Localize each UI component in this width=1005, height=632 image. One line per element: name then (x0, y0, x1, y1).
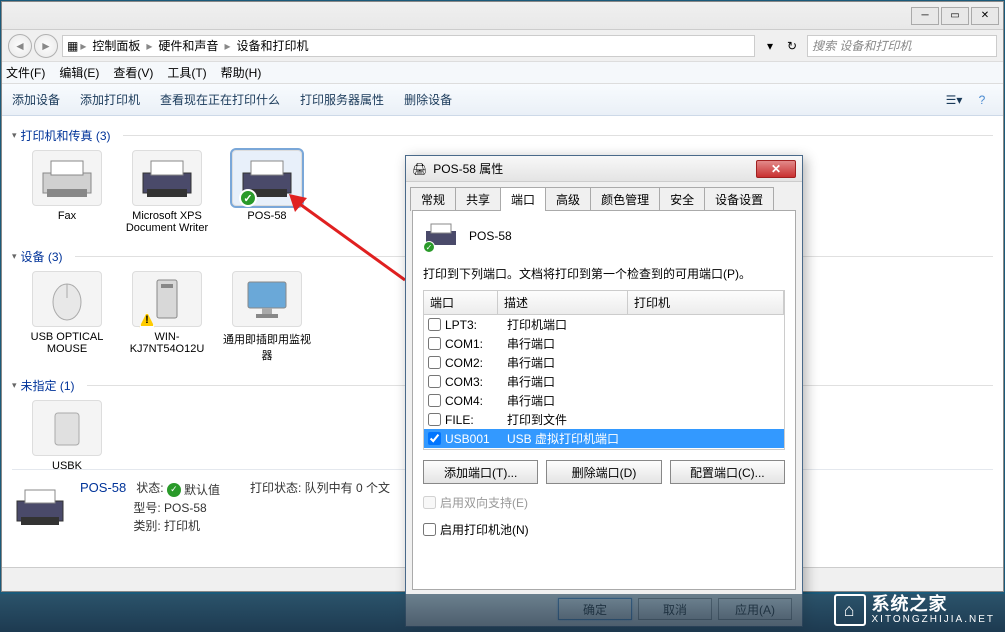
device-fax[interactable]: Fax (22, 150, 112, 234)
tab-color[interactable]: 颜色管理 (590, 187, 660, 211)
menubar: 文件(F) 编辑(E) 查看(V) 工具(T) 帮助(H) (2, 62, 1003, 84)
header-printer[interactable]: 打印机 (628, 291, 784, 314)
ports-table: 端口 描述 打印机 LPT3:打印机端口COM1:串行端口COM2:串行端口CO… (423, 290, 785, 450)
properties-dialog: 🖨 POS-58 属性 ✕ 常规 共享 端口 高级 颜色管理 安全 设备设置 ✓… (405, 155, 803, 627)
device-pos58[interactable]: ✓ POS-58 (222, 150, 312, 234)
monitor-icon (242, 276, 292, 322)
port-row[interactable]: LPT3:打印机端口 (424, 315, 784, 334)
menu-edit[interactable]: 编辑(E) (59, 64, 99, 81)
configure-port-button[interactable]: 配置端口(C)... (670, 460, 785, 484)
dialog-printer-name: POS-58 (469, 229, 512, 243)
detail-title: POS-58 (80, 480, 126, 495)
port-checkbox[interactable] (428, 337, 441, 350)
back-button[interactable]: ◄ (8, 34, 32, 58)
section-printers[interactable]: ▾ 打印机和传真 (3) (12, 127, 993, 144)
port-checkbox[interactable] (428, 413, 441, 426)
pool-checkbox[interactable] (423, 523, 436, 536)
mouse-icon (47, 276, 87, 322)
computer-icon (147, 276, 187, 322)
menu-help[interactable]: 帮助(H) (221, 64, 262, 81)
add-device-button[interactable]: 添加设备 (12, 91, 60, 108)
port-row[interactable]: COM2:串行端口 (424, 353, 784, 372)
forward-button[interactable]: ► (34, 34, 58, 58)
help-icon[interactable]: ? (971, 89, 993, 111)
port-row[interactable]: COM4:串行端口 (424, 391, 784, 410)
watermark-logo-icon: ⌂ (834, 594, 866, 626)
menu-tools[interactable]: 工具(T) (167, 64, 206, 81)
check-icon: ✓ (167, 483, 181, 497)
tab-device[interactable]: 设备设置 (704, 187, 774, 211)
device-computer[interactable]: ! WIN-KJ7NT54O12U (122, 271, 212, 363)
collapse-icon: ▾ (12, 251, 17, 262)
port-row[interactable]: XPSPort本地端口Microsoft XPS Document W (424, 448, 784, 451)
printer-icon: 🖨 (412, 162, 427, 176)
add-port-button[interactable]: 添加端口(T)... (423, 460, 538, 484)
dialog-titlebar[interactable]: 🖨 POS-58 属性 ✕ (406, 156, 802, 182)
printer-icon (12, 485, 68, 529)
port-checkbox[interactable] (428, 356, 441, 369)
window-controls: ─ ▭ ✕ (911, 7, 999, 25)
toolbar: 添加设备 添加打印机 查看现在正在打印什么 打印服务器属性 删除设备 ☰▾ ? (2, 84, 1003, 116)
titlebar: ─ ▭ ✕ (2, 2, 1003, 30)
port-checkbox[interactable] (428, 375, 441, 388)
device-xps[interactable]: Microsoft XPS Document Writer (122, 150, 212, 234)
close-button[interactable]: ✕ (971, 7, 999, 25)
minimize-button[interactable]: ─ (911, 7, 939, 25)
bidi-checkbox-row: 启用双向支持(E) (423, 494, 785, 511)
tab-security[interactable]: 安全 (659, 187, 705, 211)
device-unspecified[interactable]: USBK (22, 400, 112, 472)
port-checkbox[interactable] (428, 432, 441, 445)
device-mouse[interactable]: USB OPTICAL MOUSE (22, 271, 112, 363)
fax-icon (37, 155, 97, 201)
pool-checkbox-row[interactable]: 启用打印机池(N) (423, 521, 785, 538)
watermark: ⌂ 系统之家 XITONGZHIJIA.NET (834, 594, 996, 626)
refresh-button[interactable]: ↻ (781, 35, 803, 57)
breadcrumb-item[interactable]: 设备和打印机 (232, 37, 312, 54)
tab-sharing[interactable]: 共享 (455, 187, 501, 211)
menu-view[interactable]: 查看(V) (113, 64, 153, 81)
collapse-icon: ▾ (12, 130, 17, 141)
port-row[interactable]: FILE:打印到文件 (424, 410, 784, 429)
breadcrumb-item[interactable]: 控制面板 (88, 37, 144, 54)
port-checkbox[interactable] (428, 394, 441, 407)
default-check-icon: ✓ (239, 189, 257, 207)
port-row[interactable]: COM3:串行端口 (424, 372, 784, 391)
delete-port-button[interactable]: 删除端口(D) (546, 460, 661, 484)
view-options-icon[interactable]: ☰▾ (943, 89, 965, 111)
port-row[interactable]: USB001USB 虚拟打印机端口 (424, 429, 784, 448)
printer-icon (137, 155, 197, 201)
bidi-checkbox (423, 496, 436, 509)
tabstrip: 常规 共享 端口 高级 颜色管理 安全 设备设置 (406, 186, 802, 210)
tab-panel-ports: ✓ POS-58 打印到下列端口。文档将打印到第一个检查到的可用端口(P)。 端… (412, 210, 796, 590)
see-printing-button[interactable]: 查看现在正在打印什么 (160, 91, 280, 108)
tab-ports[interactable]: 端口 (500, 187, 546, 211)
dialog-title: POS-58 属性 (433, 160, 503, 177)
header-desc[interactable]: 描述 (498, 291, 628, 314)
remove-device-button[interactable]: 删除设备 (404, 91, 452, 108)
maximize-button[interactable]: ▭ (941, 7, 969, 25)
dialog-close-button[interactable]: ✕ (756, 160, 796, 178)
menu-file[interactable]: 文件(F) (6, 64, 45, 81)
add-printer-button[interactable]: 添加打印机 (80, 91, 140, 108)
breadcrumb-item[interactable]: 硬件和声音 (154, 37, 222, 54)
device-monitor[interactable]: 通用即插即用监视器 (222, 271, 312, 363)
device-icon (47, 405, 87, 451)
tab-advanced[interactable]: 高级 (545, 187, 591, 211)
port-row[interactable]: COM1:串行端口 (424, 334, 784, 353)
search-input[interactable]: 搜索 设备和打印机 (807, 35, 997, 57)
control-panel-icon: ▦ (67, 39, 78, 53)
ports-description: 打印到下列端口。文档将打印到第一个检查到的可用端口(P)。 (423, 265, 785, 282)
port-checkbox[interactable] (428, 318, 441, 331)
print-server-button[interactable]: 打印服务器属性 (300, 91, 384, 108)
header-port[interactable]: 端口 (424, 291, 498, 314)
collapse-icon: ▾ (12, 380, 17, 391)
address-bar: ◄ ► ▦ ▸ 控制面板 ▸ 硬件和声音 ▸ 设备和打印机 ▾ ↻ 搜索 设备和… (2, 30, 1003, 62)
breadcrumb[interactable]: ▦ ▸ 控制面板 ▸ 硬件和声音 ▸ 设备和打印机 (62, 35, 755, 57)
check-icon: ✓ (423, 241, 435, 253)
tab-general[interactable]: 常规 (410, 187, 456, 211)
breadcrumb-dropdown[interactable]: ▾ (759, 35, 781, 57)
